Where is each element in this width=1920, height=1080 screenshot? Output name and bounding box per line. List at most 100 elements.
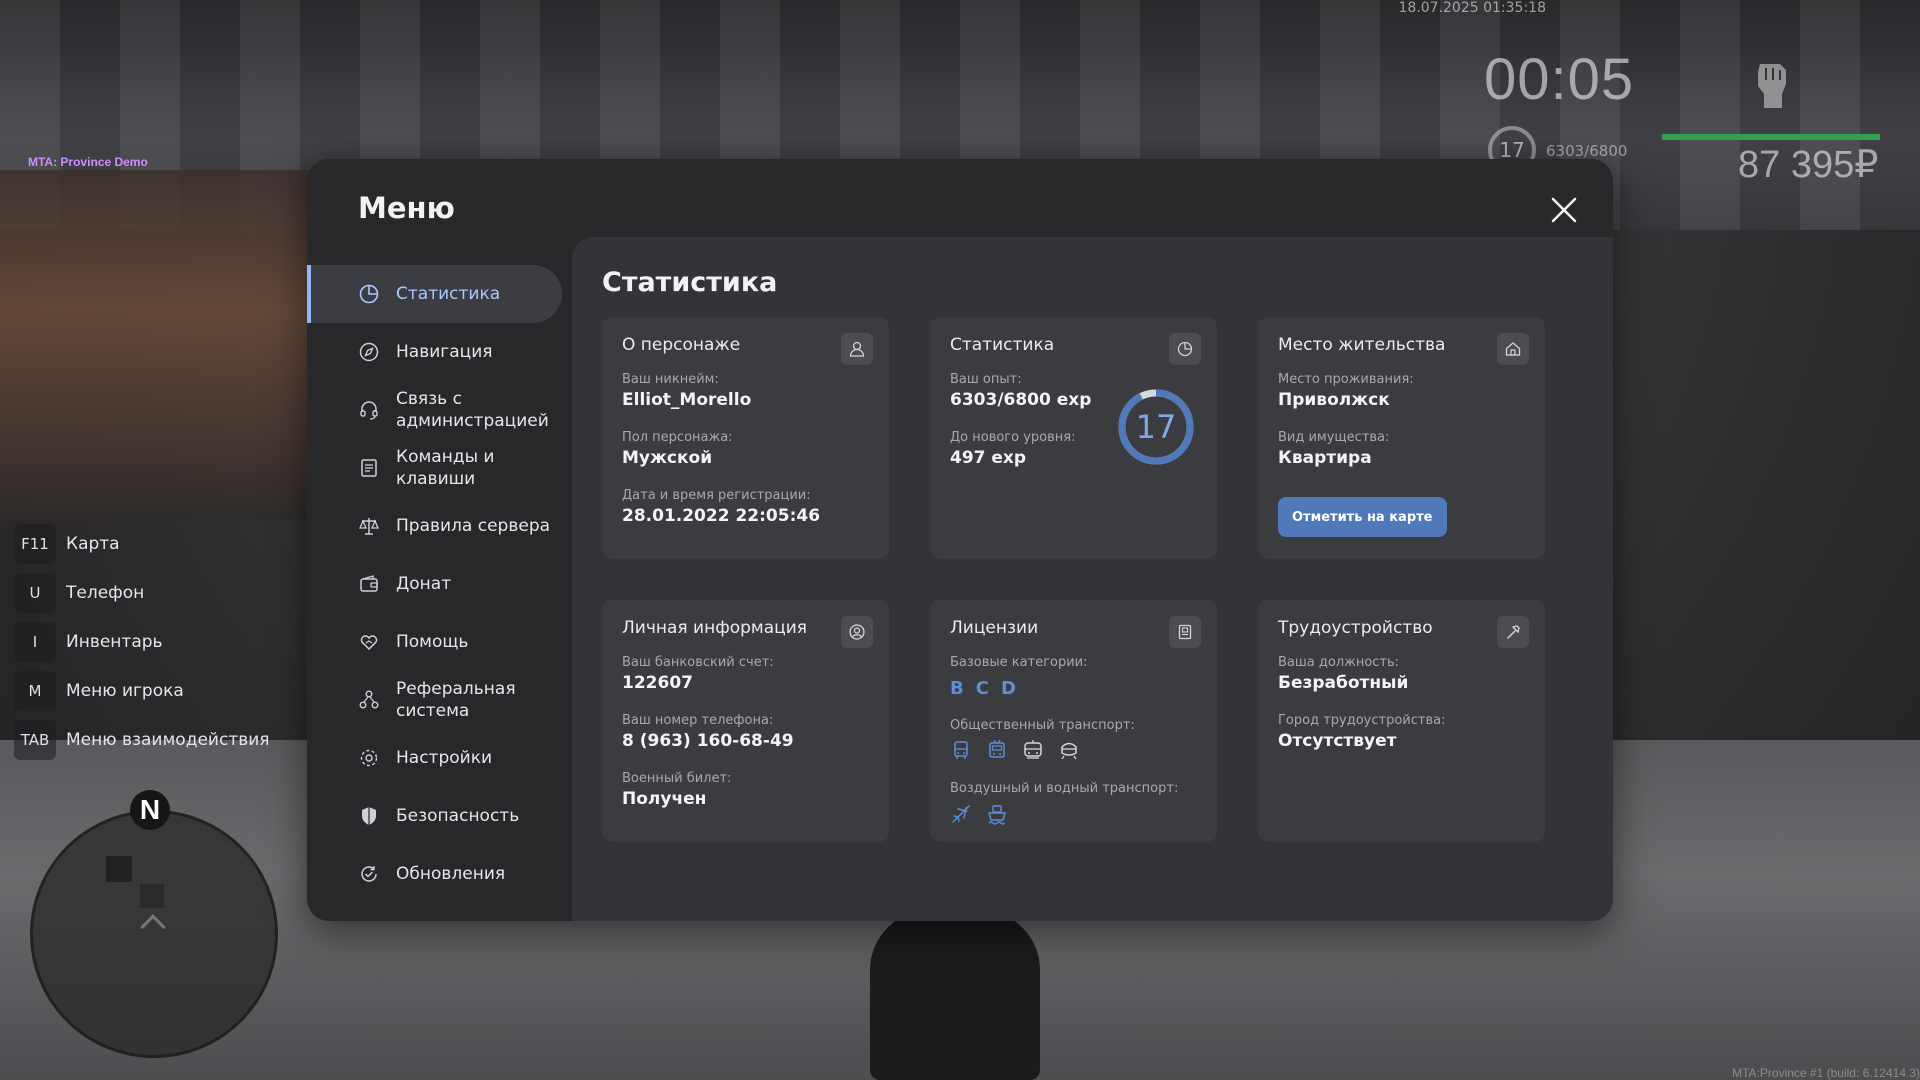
job-city-value: Отсутствует bbox=[1278, 731, 1397, 751]
trolleybus-icon bbox=[986, 739, 1008, 761]
sidebar-item-label: Связь с администрацией bbox=[396, 389, 549, 431]
job-city-label: Город трудоустройства: bbox=[1278, 713, 1446, 728]
player-character bbox=[870, 910, 1040, 1080]
sidebar-item-contact-admin[interactable]: Связь с администрацией bbox=[307, 381, 572, 439]
menu-window: Меню Статистика Навигация Связь с админи… bbox=[307, 159, 1613, 921]
license-document-icon bbox=[1169, 616, 1201, 648]
gender-label: Пол персонажа: bbox=[622, 430, 733, 445]
keybind-player-menu: M Меню игрока bbox=[14, 666, 304, 715]
level-number: 17 bbox=[1135, 408, 1177, 446]
card-title: Личная информация bbox=[622, 618, 808, 638]
air-water-transport-icons bbox=[950, 803, 1008, 825]
minimap-building bbox=[106, 856, 132, 882]
residence-card: Место жительства Место проживания: Приво… bbox=[1258, 317, 1545, 559]
hud-datetime: 18.07.2025 01:35:18 bbox=[1398, 0, 1547, 16]
bank-account-label: Ваш банковский счет: bbox=[622, 655, 774, 670]
key-badge: U bbox=[14, 572, 56, 613]
pie-chart-icon bbox=[357, 282, 381, 306]
key-label: Телефон bbox=[66, 582, 145, 603]
phone-label: Ваш номер телефона: bbox=[622, 713, 774, 728]
card-title: Место жительства bbox=[1278, 335, 1446, 355]
card-title: Трудоустройство bbox=[1278, 618, 1433, 638]
residence-place-label: Место проживания: bbox=[1278, 372, 1414, 387]
key-badge: TAB bbox=[14, 719, 56, 760]
nickname-label: Ваш никнейм: bbox=[622, 372, 719, 387]
sidebar-item-label: Реферальная система bbox=[396, 679, 516, 721]
server-name: MTA: Province Demo bbox=[28, 155, 148, 169]
minimap-north-marker: N bbox=[130, 790, 170, 830]
key-label: Меню взаимодействия bbox=[66, 729, 270, 750]
metro-icon bbox=[1058, 739, 1080, 761]
air-water-transport-label: Воздушный и водный транспорт: bbox=[950, 781, 1179, 796]
house-icon bbox=[1497, 333, 1529, 365]
card-title: О персонаже bbox=[622, 335, 741, 355]
exp-value: 6303/6800 exp bbox=[950, 390, 1092, 410]
menu-title: Меню bbox=[358, 191, 455, 225]
sidebar-item-settings[interactable]: Настройки bbox=[307, 729, 572, 787]
tram-icon bbox=[1022, 739, 1044, 761]
health-bar bbox=[1662, 134, 1880, 140]
sidebar-item-navigation[interactable]: Навигация bbox=[307, 323, 572, 381]
base-categories-label: Базовые категории: bbox=[950, 655, 1088, 670]
property-type-value: Квартира bbox=[1278, 448, 1372, 468]
exp-label: Ваш опыт: bbox=[950, 372, 1022, 387]
key-badge: I bbox=[14, 621, 56, 662]
sidebar-item-label: Помощь bbox=[396, 632, 469, 652]
character-card: О персонаже Ваш никнейм: Elliot_Morello … bbox=[602, 317, 889, 559]
shield-icon bbox=[357, 804, 381, 828]
close-icon[interactable] bbox=[1547, 193, 1581, 227]
hud-timer: 00:05 bbox=[1484, 47, 1635, 112]
key-label: Карта bbox=[66, 533, 120, 554]
public-transport-label: Общественный транспорт: bbox=[950, 718, 1135, 733]
sidebar-item-help[interactable]: Помощь bbox=[307, 613, 572, 671]
sidebar-item-security[interactable]: Безопасность bbox=[307, 787, 572, 845]
military-id-value: Получен bbox=[622, 789, 707, 809]
sidebar-item-referral[interactable]: Реферальная система bbox=[307, 671, 572, 729]
sidebar-item-commands[interactable]: Команды и клавиши bbox=[307, 439, 572, 497]
boat-icon bbox=[986, 803, 1008, 825]
referral-icon bbox=[357, 688, 381, 712]
hammer-icon bbox=[1497, 616, 1529, 648]
job-position-label: Ваша должность: bbox=[1278, 655, 1400, 670]
sidebar-item-updates[interactable]: Обновления bbox=[307, 845, 572, 903]
nickname-value: Elliot_Morello bbox=[622, 390, 752, 410]
registration-value: 28.01.2022 22:05:46 bbox=[622, 506, 821, 526]
sidebar-item-donate[interactable]: Донат bbox=[307, 555, 572, 613]
sidebar-item-statistics[interactable]: Статистика bbox=[307, 265, 562, 323]
card-title: Лицензии bbox=[950, 618, 1039, 638]
license-category-c: C bbox=[975, 678, 989, 699]
residence-place-value: Приволжск bbox=[1278, 390, 1390, 410]
next-level-label: До нового уровня: bbox=[950, 430, 1076, 445]
hud-money: 87 395₽ bbox=[1738, 144, 1879, 186]
next-level-value: 497 exp bbox=[950, 448, 1027, 468]
personal-info-card: Личная информация Ваш банковский счет: 1… bbox=[602, 600, 889, 842]
wallet-icon bbox=[357, 572, 381, 596]
keybind-hints: F11 Карта U Телефон I Инвентарь M Меню и… bbox=[14, 519, 304, 764]
sidebar-item-server-rules[interactable]: Правила сервера bbox=[307, 497, 572, 555]
scene-shopfront bbox=[0, 170, 310, 520]
sidebar-item-label: Настройки bbox=[396, 748, 493, 768]
keybind-interaction-menu: TAB Меню взаимодействия bbox=[14, 715, 304, 764]
mark-on-map-button[interactable]: Отметить на карте bbox=[1278, 497, 1447, 537]
menu-sidebar: Статистика Навигация Связь с администрац… bbox=[307, 265, 572, 903]
refresh-check-icon bbox=[357, 862, 381, 886]
statistics-panel: Статистика О персонаже Ваш никнейм: Elli… bbox=[572, 237, 1613, 921]
license-category-d: D bbox=[1000, 678, 1016, 699]
user-circle-icon bbox=[841, 616, 873, 648]
sidebar-item-label: Безопасность bbox=[396, 806, 520, 826]
experience-card: Статистика Ваш опыт: 6303/6800 exp До но… bbox=[930, 317, 1217, 559]
property-type-label: Вид имущества: bbox=[1278, 430, 1390, 445]
heart-hand-icon bbox=[357, 630, 381, 654]
key-badge: F11 bbox=[14, 523, 56, 564]
license-category-b: B bbox=[950, 678, 964, 699]
sidebar-item-label: Статистика bbox=[396, 284, 501, 304]
sidebar-item-label: Команды и клавиши bbox=[396, 447, 495, 489]
licenses-card: Лицензии Базовые категории: B C D Общест… bbox=[930, 600, 1217, 842]
compass-icon bbox=[357, 340, 381, 364]
sidebar-item-label: Правила сервера bbox=[396, 516, 551, 536]
gear-icon bbox=[357, 746, 381, 770]
card-title: Статистика bbox=[950, 335, 1055, 355]
key-badge: M bbox=[14, 670, 56, 711]
fist-icon bbox=[1742, 54, 1802, 114]
keybind-inventory: I Инвентарь bbox=[14, 617, 304, 666]
